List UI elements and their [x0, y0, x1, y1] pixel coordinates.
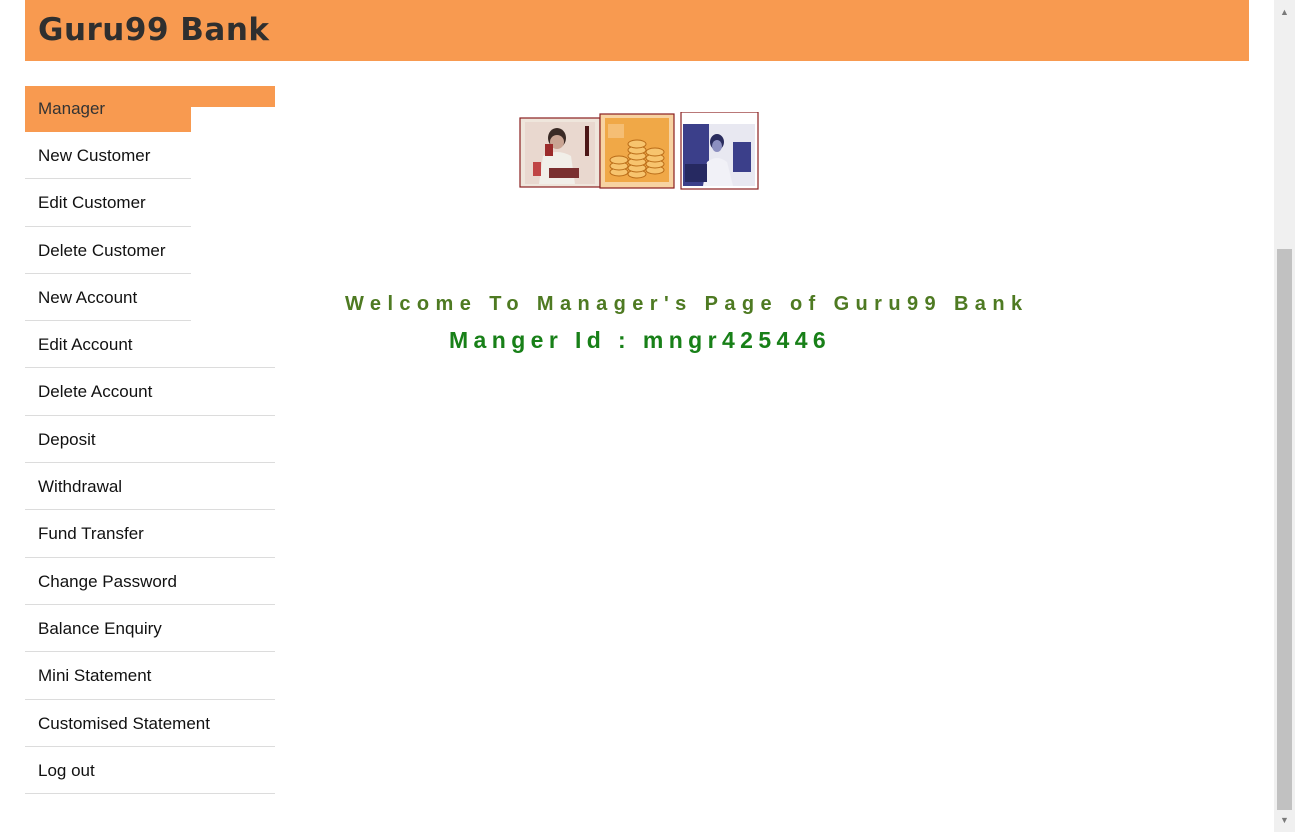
site-header: Guru99 Bank	[25, 0, 1249, 61]
welcome-heading: Welcome To Manager's Page of Guru99 Bank	[345, 293, 1029, 315]
menu-item-mini-statement[interactable]: Mini Statement	[25, 652, 275, 700]
menu-item-change-password[interactable]: Change Password	[25, 558, 275, 605]
menu-item-log-out[interactable]: Log out	[25, 747, 275, 795]
banner-panel-desk	[680, 111, 759, 190]
menu-item-fund-transfer[interactable]: Fund Transfer	[25, 510, 275, 558]
banner-panel-coins	[599, 113, 675, 189]
menu-item-edit-account[interactable]: Edit Account	[25, 321, 275, 369]
menu-heading: Manager	[25, 86, 191, 132]
banner-panel-phone	[519, 117, 601, 188]
menu-list: New Customer Edit Customer Delete Custom…	[25, 132, 275, 795]
menu-item-delete-customer[interactable]: Delete Customer	[25, 227, 191, 274]
page-scrollbar[interactable]: ▲ ▼	[1274, 0, 1295, 832]
menu-item-new-customer[interactable]: New Customer	[25, 132, 191, 180]
menu-item-balance-enquiry[interactable]: Balance Enquiry	[25, 605, 275, 653]
menu-item-customised-statement[interactable]: Customised Statement	[25, 700, 275, 747]
scrollbar-thumb[interactable]	[1277, 249, 1292, 810]
banner-image	[519, 111, 759, 190]
menu-item-edit-customer[interactable]: Edit Customer	[25, 179, 191, 227]
menu-item-deposit[interactable]: Deposit	[25, 416, 275, 464]
scroll-down-arrow-icon[interactable]: ▼	[1274, 810, 1295, 830]
menu-item-withdrawal[interactable]: Withdrawal	[25, 463, 275, 511]
scroll-up-arrow-icon[interactable]: ▲	[1274, 2, 1295, 22]
brand-title: Guru99 Bank	[38, 12, 270, 48]
menu-item-delete-account[interactable]: Delete Account	[25, 368, 275, 416]
menu-item-new-account[interactable]: New Account	[25, 274, 191, 322]
manager-id-text: Manger Id : mngr425446	[449, 327, 832, 353]
